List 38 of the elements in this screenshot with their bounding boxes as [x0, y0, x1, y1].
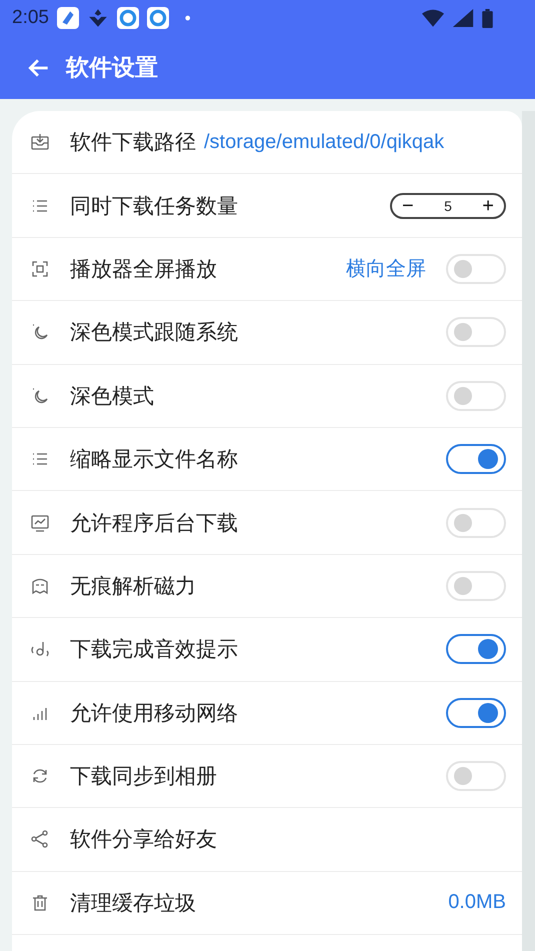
chart-icon — [30, 512, 50, 533]
mode-value[interactable]: 横向全屏 — [346, 255, 426, 282]
setting-label: 深色模式 — [70, 382, 154, 410]
cache-size: 0.0MB — [448, 891, 506, 914]
setting-label: 清理缓存垃圾 — [70, 890, 196, 917]
setting-label: 允许程序后台下载 — [70, 510, 238, 537]
trash-icon — [30, 892, 50, 913]
status-time: 2:05 — [12, 7, 49, 29]
toggle-switch[interactable] — [446, 634, 506, 664]
decrement-button[interactable]: − — [398, 196, 418, 216]
share-icon — [30, 829, 50, 850]
notification-dot: • — [182, 8, 192, 28]
app-icon — [56, 7, 79, 29]
setting-label: 深色模式跟随系统 — [70, 319, 238, 346]
task-count: 5 — [444, 198, 452, 214]
setting-label: 下载同步到相册 — [70, 763, 217, 790]
signal-icon — [452, 9, 474, 27]
wifi-icon — [422, 9, 444, 27]
fullscreen-icon — [30, 258, 50, 279]
setting-label: 允许使用移动网络 — [70, 700, 238, 727]
app-icon — [146, 7, 169, 29]
setting-label: 播放器全屏播放 — [70, 256, 217, 283]
toggle-switch[interactable] — [446, 444, 506, 474]
toggle-switch[interactable] — [446, 698, 506, 728]
moon-icon — [30, 386, 50, 406]
setting-label: 软件下载路径 — [70, 129, 196, 156]
setting-label: 下载完成音效提示 — [70, 636, 238, 664]
download-path[interactable]: /storage/emulated/0/qikqak — [204, 130, 444, 154]
battery-icon — [482, 8, 493, 28]
inbox-icon — [30, 132, 50, 152]
setting-label: 无痕解析磁力 — [70, 572, 196, 600]
page-title: 软件设置 — [66, 54, 158, 83]
app-icon — [116, 7, 139, 29]
download-icon — [86, 7, 109, 29]
setting-label: 缩略显示文件名称 — [70, 446, 238, 474]
setting-label: 软件分享给好友 — [70, 826, 217, 854]
setting-label: 同时下载任务数量 — [70, 192, 238, 220]
increment-button[interactable]: + — [478, 196, 498, 216]
